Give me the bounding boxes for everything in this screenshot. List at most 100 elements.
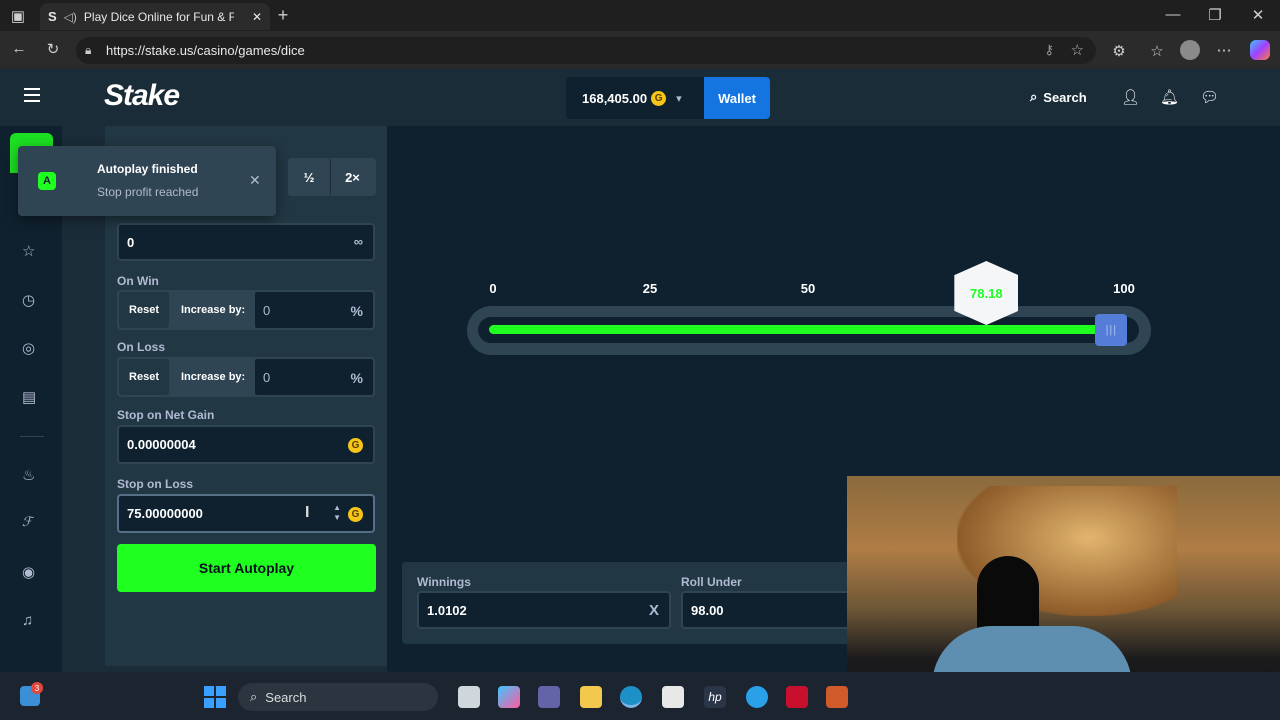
games-value: 0 bbox=[127, 234, 135, 250]
key-icon[interactable]: ⚷ bbox=[1044, 42, 1054, 58]
number-of-games-input[interactable]: 0 ∞ bbox=[117, 223, 375, 261]
audio-icon: ◁) bbox=[63, 9, 77, 24]
task-view-icon[interactable] bbox=[458, 686, 480, 708]
live-casino-nav-icon[interactable]: ♫ bbox=[22, 612, 33, 629]
widgets-badge: 3 bbox=[31, 682, 43, 694]
hp-icon[interactable]: hp bbox=[704, 686, 726, 708]
roll-under-value: 98.00 bbox=[691, 602, 724, 618]
on-loss-increase-button[interactable]: Increase by: bbox=[181, 371, 245, 383]
more-menu-icon[interactable]: ⋯ bbox=[1215, 41, 1233, 59]
favorites-nav-icon[interactable]: ☆ bbox=[22, 242, 35, 260]
winnings-value: 1.0102 bbox=[427, 602, 467, 618]
infinity-icon: ∞ bbox=[353, 234, 363, 249]
chevron-down-icon: ▾ bbox=[676, 92, 682, 105]
autoplay-toast: A Autoplay finished Stop profit reached … bbox=[18, 146, 276, 216]
url-text: https://stake.us/casino/games/dice bbox=[106, 43, 305, 58]
chat-icon[interactable]: 💬︎ bbox=[1200, 88, 1219, 106]
search-icon: ⌕ bbox=[1030, 89, 1038, 104]
winnings-input[interactable]: 1.0102 X bbox=[417, 591, 671, 629]
hot-games-nav-icon[interactable]: ♨ bbox=[22, 466, 35, 484]
lock-icon: 🔒︎ bbox=[85, 43, 92, 57]
hamburger-menu-icon[interactable] bbox=[24, 88, 40, 102]
toast-title: Autoplay finished bbox=[97, 162, 198, 176]
tick-label-25: 25 bbox=[642, 281, 658, 296]
support-assistant-icon[interactable] bbox=[746, 686, 768, 708]
address-bar[interactable]: 🔒︎ https://stake.us/casino/games/dice ⚷ … bbox=[76, 37, 1096, 64]
reload-icon[interactable]: ↻ bbox=[44, 40, 62, 58]
balance-selector[interactable]: 168,405.00 G ▾ bbox=[566, 77, 704, 119]
notifications-icon[interactable]: 🔔︎ bbox=[1160, 88, 1179, 106]
wallet-button[interactable]: Wallet bbox=[704, 77, 770, 119]
gold-coin-icon: G bbox=[348, 507, 363, 522]
favorite-star-icon[interactable]: ☆ bbox=[1071, 41, 1084, 59]
edge-icon[interactable] bbox=[620, 686, 642, 708]
browser-tab[interactable]: S ◁) Play Dice Online for Fun & F ✕ bbox=[40, 3, 270, 30]
tab-title: Play Dice Online for Fun & F bbox=[83, 9, 234, 24]
user-icon[interactable]: 👤︎ bbox=[1121, 88, 1140, 106]
text-cursor-icon: I bbox=[305, 504, 310, 521]
file-explorer-icon[interactable] bbox=[580, 686, 602, 708]
teams-icon[interactable] bbox=[538, 686, 560, 708]
store-icon[interactable] bbox=[662, 686, 684, 708]
taskbar-search-icon: ⌕ bbox=[250, 689, 258, 704]
browser-tab-bar: ▣ S ◁) Play Dice Online for Fun & F ✕ + … bbox=[0, 0, 1280, 31]
on-win-value: 0 bbox=[263, 302, 271, 318]
taskbar-search[interactable]: ⌕ Search bbox=[238, 683, 438, 711]
on-win-row: Reset Increase by: 0 % bbox=[117, 290, 375, 330]
search-label: Search bbox=[1043, 89, 1087, 105]
new-tab-icon[interactable]: + bbox=[274, 5, 292, 26]
start-autoplay-button[interactable]: Start Autoplay bbox=[117, 544, 376, 592]
close-window-icon[interactable]: ✕ bbox=[1250, 6, 1266, 24]
slider-win-range bbox=[489, 325, 1112, 334]
stop-on-loss-value: 75.00000000 bbox=[127, 506, 203, 521]
on-loss-label: On Loss bbox=[117, 340, 166, 354]
on-loss-reset-button[interactable]: Reset bbox=[119, 359, 169, 395]
site-header: Stake 168,405.00 G ▾ Wallet ⌕ Search 👤︎ … bbox=[0, 69, 1280, 126]
challenges-nav-icon[interactable]: ◎ bbox=[22, 339, 35, 357]
on-win-increase-input[interactable]: 0 % bbox=[253, 290, 375, 330]
on-win-increase-button[interactable]: Increase by: bbox=[181, 304, 245, 316]
tab-actions-icon[interactable]: ▣ bbox=[10, 7, 26, 25]
on-loss-increase-input[interactable]: 0 % bbox=[253, 357, 375, 397]
slider-handle[interactable]: ||| bbox=[1095, 314, 1128, 346]
minimize-icon[interactable]: — bbox=[1165, 6, 1181, 23]
stepper-arrows-icon[interactable]: ▲ ▼ bbox=[333, 503, 341, 523]
half-amount-button[interactable]: ½ bbox=[288, 158, 331, 196]
copilot-icon[interactable] bbox=[1250, 40, 1270, 60]
back-icon[interactable]: ← bbox=[10, 40, 28, 57]
winnings-label: Winnings bbox=[417, 575, 471, 589]
stop-on-loss-label: Stop on Loss bbox=[117, 477, 193, 491]
search-button[interactable]: ⌕ Search bbox=[1030, 89, 1087, 105]
stop-net-gain-value: 0.00000004 bbox=[127, 437, 196, 452]
double-amount-button[interactable]: 2× bbox=[331, 158, 374, 196]
autoplay-icon: A bbox=[38, 172, 56, 190]
stop-on-loss-input[interactable]: 75.00000000 I ▲ ▼ G bbox=[117, 494, 375, 533]
taskbar-search-label: Search bbox=[265, 689, 307, 705]
app-icon[interactable] bbox=[826, 686, 848, 708]
my-bets-nav-icon[interactable]: ▤ bbox=[22, 388, 36, 406]
on-loss-row: Reset Increase by: 0 % bbox=[117, 357, 375, 397]
percent-icon: % bbox=[350, 303, 363, 319]
originals-nav-icon[interactable]: ℱ bbox=[22, 514, 32, 530]
profile-avatar[interactable] bbox=[1180, 40, 1200, 60]
tick-label-50: 50 bbox=[800, 281, 816, 296]
extensions-icon[interactable]: ⚙ bbox=[1110, 42, 1128, 60]
tab-close-icon[interactable]: ✕ bbox=[252, 10, 262, 24]
copilot-taskbar-icon[interactable] bbox=[498, 686, 520, 708]
tick-label-100: 100 bbox=[1113, 281, 1135, 296]
favorites-icon[interactable]: ☆ bbox=[1148, 42, 1166, 60]
on-loss-value: 0 bbox=[263, 369, 271, 385]
toast-close-icon[interactable]: ✕ bbox=[249, 172, 261, 189]
on-win-reset-button[interactable]: Reset bbox=[119, 292, 169, 328]
start-menu-icon[interactable] bbox=[204, 686, 226, 708]
stake-logo[interactable]: Stake bbox=[104, 79, 180, 113]
amount-modifiers: ½ 2× bbox=[288, 158, 376, 196]
recent-nav-icon[interactable]: ◷ bbox=[22, 291, 35, 309]
stop-net-gain-input[interactable]: 0.00000004 G bbox=[117, 425, 375, 464]
gold-coin-icon: G bbox=[651, 90, 667, 106]
slots-nav-icon[interactable]: ◉ bbox=[22, 563, 35, 581]
mcafee-icon[interactable] bbox=[786, 686, 808, 708]
tick-label-0: 0 bbox=[489, 281, 497, 296]
restore-icon[interactable]: ❐ bbox=[1207, 6, 1223, 24]
percent-icon: % bbox=[350, 370, 363, 386]
